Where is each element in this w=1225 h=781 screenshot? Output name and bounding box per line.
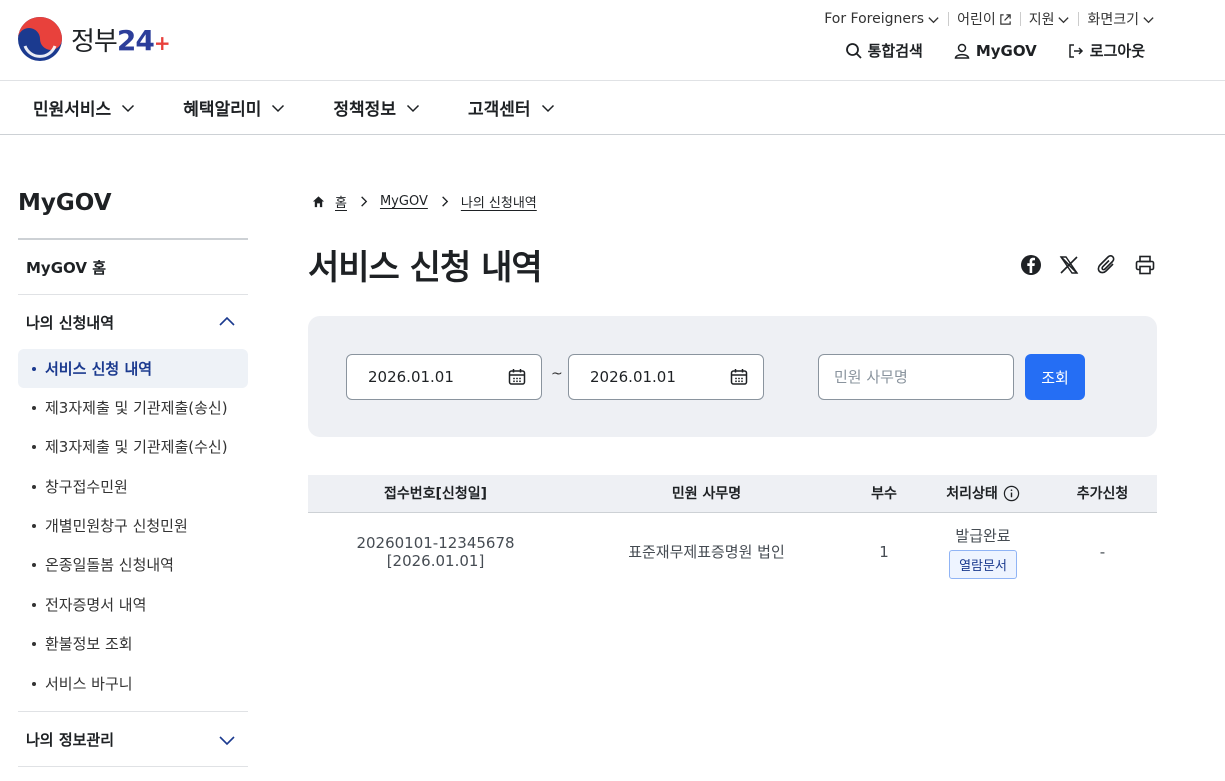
bullet-icon [32,484,36,489]
logo-wordmark: 정부 24 + [71,23,171,57]
civil-service-name-input[interactable] [818,354,1014,400]
breadcrumb-applications[interactable]: 나의 신청내역 [461,192,537,211]
date-range-separator: ~ [551,366,563,382]
start-date-field[interactable]: 2026.01.01 [346,354,542,400]
sidebar-item-all-day-care[interactable]: 온종일돌봄 신청내역 [18,545,248,584]
search-button[interactable]: 조회 [1025,354,1085,400]
copy-count: 1 [879,542,889,561]
kids-link[interactable]: 어린이 [949,9,1020,29]
logout-icon [1069,43,1083,58]
chevron-down-icon [406,104,419,112]
view-document-button[interactable]: 열람문서 [949,549,1017,579]
sidebar-section-my-info[interactable]: 나의 정보관리 [26,729,114,750]
site-logo[interactable]: 정부 24 + [17,16,171,62]
breadcrumb-home[interactable]: 홈 [335,192,347,211]
sidebar-item-window-civil[interactable]: 창구접수민원 [18,467,248,506]
quick-nav: 통합검색 MyGOV 로그아웃 [845,40,1145,61]
sidebar-item-third-party-sent[interactable]: 제3자제출 및 기관제출(송신) [18,388,248,427]
extra-request: - [1099,542,1106,561]
calendar-icon[interactable] [729,367,749,387]
sidebar-item-service-basket[interactable]: 서비스 바구니 [18,664,248,703]
column-header-status: 처리상태 [918,475,1048,513]
sidebar-section-applications[interactable]: 나의 신청내역 [26,312,114,333]
for-foreigners-link[interactable]: For Foreigners [816,11,948,27]
chevron-down-icon[interactable] [218,731,236,749]
sidebar-title: MyGOV [18,190,112,216]
chevron-down-icon [541,104,554,112]
sidebar-divider [18,238,248,240]
results-table: 접수번호[신청일] 민원 사무명 부수 처리상태 추가신청 20260101-1… [308,475,1157,591]
integrated-search-button[interactable]: 통합검색 [845,40,923,61]
receipt-number: 20260101-12345678 [356,533,515,552]
table-header-row: 접수번호[신청일] 민원 사무명 부수 처리상태 추가신청 [308,475,1157,513]
search-panel: 2026.01.01 ~ 2026.01.01 조회 [308,316,1157,437]
chevron-down-icon [122,104,135,112]
taegeuk-logo-icon [18,17,62,61]
main-nav: 민원서비스 혜택알리미 정책정보 고객센터 [33,95,555,120]
sidebar-item-refund[interactable]: 환불정보 조회 [18,624,248,663]
status-text: 발급완료 [955,526,1011,545]
info-icon[interactable] [1003,485,1020,502]
user-icon [954,43,970,59]
nav-benefit-alarm[interactable]: 혜택알리미 [183,95,285,120]
mygov-button[interactable]: MyGOV [953,42,1037,60]
breadcrumb-mygov[interactable]: MyGOV [380,194,428,209]
chevron-down-icon [1143,16,1154,23]
chevron-right-icon [442,196,449,207]
bullet-icon [32,602,36,607]
sidebar-item-individual-window[interactable]: 개별민원창구 신청민원 [18,506,248,545]
chevron-up-icon[interactable] [218,313,236,331]
logout-button[interactable]: 로그아웃 [1067,40,1145,61]
sidebar-item-service-history[interactable]: 서비스 신청 내역 [18,349,248,388]
sidebar-divider [18,766,248,767]
sidebar-item-mygov-home[interactable]: MyGOV 홈 [26,257,106,278]
home-icon [312,196,325,208]
bullet-icon [32,444,36,449]
bullet-icon [32,681,36,686]
x-twitter-icon[interactable] [1058,254,1080,276]
chevron-down-icon [928,16,939,23]
end-date-field[interactable]: 2026.01.01 [568,354,764,400]
bullet-icon [32,562,36,567]
support-menu[interactable]: 지원 [1021,9,1079,29]
column-header-extra: 추가신청 [1048,475,1157,513]
bullet-icon [32,641,36,646]
facebook-icon[interactable] [1020,254,1042,276]
bullet-icon [32,405,36,410]
nav-divider [0,134,1225,135]
column-header-receipt: 접수번호[신청일] [308,475,563,513]
header-divider [0,80,1225,81]
sidebar-item-third-party-received[interactable]: 제3자제출 및 기관제출(수신) [18,427,248,466]
calendar-icon[interactable] [507,367,527,387]
breadcrumb: 홈 MyGOV 나의 신청내역 [312,192,537,211]
nav-policy-info[interactable]: 정책정보 [333,95,420,120]
paperclip-icon[interactable] [1096,254,1118,276]
bullet-icon [32,366,36,371]
civil-service-name: 표준재무제표증명원 법인 [628,543,785,562]
column-header-name: 민원 사무명 [563,475,850,513]
table-row: 20260101-12345678 [2026.01.01] 표준재무제표증명원… [308,512,1157,591]
page-title: 서비스 신청 내역 [308,248,543,288]
sidebar-divider [18,711,248,712]
column-header-count: 부수 [850,475,918,513]
receipt-cell: 20260101-12345678 [2026.01.01] [308,512,563,591]
nav-customer-center[interactable]: 고객센터 [468,95,555,120]
chevron-down-icon [1058,16,1070,23]
sidebar-divider [18,294,248,295]
status-cell: 발급완료 열람문서 [918,512,1048,591]
chevron-down-icon [272,104,285,112]
share-toolbar [1020,254,1156,276]
utility-nav: For Foreigners 어린이 지원 화면크기 [816,9,1163,29]
application-date: [2026.01.01] [386,551,485,570]
print-icon[interactable] [1134,254,1156,276]
nav-civil-service[interactable]: 민원서비스 [33,95,135,120]
chevron-right-icon [361,196,368,207]
search-icon [845,42,862,59]
screen-size-menu[interactable]: 화면크기 [1079,9,1163,29]
bullet-icon [32,523,36,528]
sidebar-item-e-certificate[interactable]: 전자증명서 내역 [18,585,248,624]
external-link-icon [999,13,1011,25]
